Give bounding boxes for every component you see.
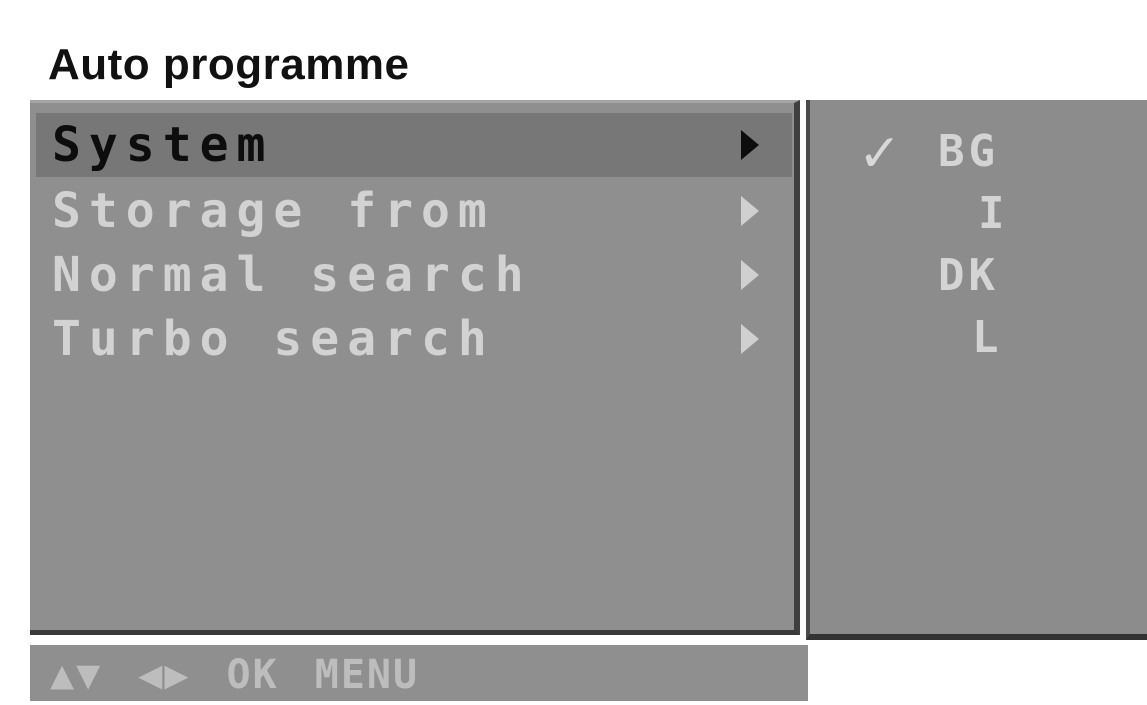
system-submenu: ✓ BG I DK L <box>806 100 1147 640</box>
system-option-l[interactable]: L <box>972 312 1082 363</box>
submenu-arrow-icon <box>741 324 759 354</box>
auto-programme-menu: System Storage from Normal search Turbo … <box>30 100 800 635</box>
checkmark-icon: ✓ <box>858 124 902 184</box>
menu-item-system[interactable]: System <box>36 113 792 177</box>
system-option-dk[interactable]: DK <box>938 250 1048 301</box>
menu-item-label: Turbo search <box>52 311 495 367</box>
menu-item-label: System <box>52 117 274 173</box>
menu-item-storage-from[interactable]: Storage from <box>36 179 792 243</box>
cropped-instruction-text <box>0 0 1147 20</box>
menu-item-label: Normal search <box>52 247 532 303</box>
menu-item-normal-search[interactable]: Normal search <box>36 243 792 307</box>
system-option-i[interactable]: I <box>978 188 1088 239</box>
submenu-arrow-icon <box>741 196 759 226</box>
submenu-arrow-icon <box>741 260 759 290</box>
submenu-arrow-icon <box>741 130 759 160</box>
navigation-hint-bar: ▲▼ ◀▶ OK MENU <box>30 645 808 701</box>
menu-item-turbo-search[interactable]: Turbo search <box>36 307 792 371</box>
screen-title: Auto programme <box>48 40 410 89</box>
menu-item-label: Storage from <box>52 183 495 239</box>
system-option-bg[interactable]: BG <box>938 126 1048 177</box>
